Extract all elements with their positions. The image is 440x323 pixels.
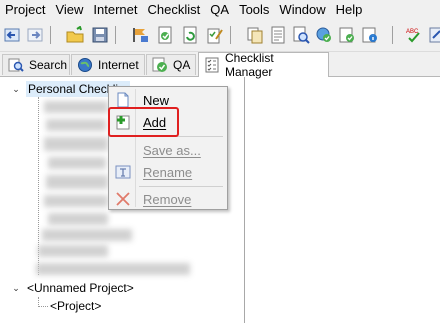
menu-project[interactable]: Project [0, 0, 50, 20]
flag-icon[interactable] [130, 25, 150, 45]
toolbar: ABC [0, 20, 440, 52]
back-icon[interactable] [3, 25, 23, 45]
new-document-icon [111, 92, 135, 108]
menu-item-label: New [143, 92, 170, 108]
obscured-item [44, 137, 108, 151]
tree-connector [38, 306, 48, 307]
tab-internet[interactable]: Internet [71, 54, 145, 75]
spell-check-icon[interactable]: ABC [405, 25, 425, 45]
tab-search-label: Search [29, 58, 68, 72]
obscured-item [46, 119, 106, 131]
chevron-down-icon[interactable]: ⌄ [10, 283, 22, 294]
menu-internet[interactable]: Internet [88, 0, 142, 20]
menu-item-label: Rename [143, 164, 193, 180]
search-icon [8, 57, 24, 73]
remove-icon [111, 191, 135, 207]
copy-icon[interactable] [245, 25, 265, 45]
tree-node-label: <Project> [50, 299, 102, 313]
checklist-pen-icon[interactable] [205, 25, 225, 45]
tab-checklist-manager-label: Checklist Manager [225, 51, 274, 79]
chevron-down-icon[interactable]: ⌄ [10, 84, 22, 95]
menu-view[interactable]: View [50, 0, 88, 20]
checklist-icon [204, 57, 220, 73]
menu-item-save-as[interactable]: Save as... [111, 139, 225, 161]
obscured-item [36, 263, 190, 275]
tree-node-unnamed-project[interactable]: ⌄ <Unnamed Project> [10, 281, 134, 295]
checklist-detail-panel [245, 77, 440, 323]
toolbar-separator [392, 26, 393, 44]
tab-internet-label: Internet [98, 58, 139, 72]
tree-node-label: <Unnamed Project> [27, 281, 134, 295]
menu-item-remove[interactable]: Remove [111, 188, 225, 210]
tab-checklist-manager[interactable]: Checklist Manager [198, 51, 329, 79]
obscured-item [48, 213, 108, 225]
obscured-item [42, 229, 132, 241]
menu-item-rename[interactable]: Rename [111, 161, 225, 183]
menu-help[interactable]: Help [331, 0, 368, 20]
save-icon[interactable] [90, 25, 110, 45]
obscured-item [44, 195, 108, 207]
internet-icon [77, 57, 93, 73]
highlight-box [108, 107, 179, 137]
menu-qa[interactable]: QA [205, 0, 234, 20]
info-icon[interactable] [360, 25, 380, 45]
tab-search[interactable]: Search [2, 54, 70, 75]
obscured-item [46, 175, 108, 189]
menu-bar: Project View Internet Checklist QA Tools… [0, 0, 440, 20]
toolbar-separator [230, 26, 231, 44]
rename-icon [111, 164, 135, 180]
toolbar-separator [50, 26, 51, 44]
refresh-document-icon[interactable] [180, 25, 200, 45]
obscured-item [38, 245, 108, 257]
tab-qa[interactable]: QA [146, 54, 196, 75]
context-menu: New Add Save as... Rename Remove [108, 86, 228, 210]
edit-icon[interactable] [428, 25, 440, 45]
page-icon[interactable] [268, 25, 288, 45]
web-check-icon[interactable] [314, 25, 334, 45]
qa-icon [152, 57, 168, 73]
note-check-icon[interactable] [337, 25, 357, 45]
tab-bar: Search Internet QA Checklist Manager [0, 51, 440, 79]
toolbar-separator [115, 26, 116, 44]
menu-checklist[interactable]: Checklist [143, 0, 206, 20]
obscured-item [48, 157, 106, 169]
open-folder-icon[interactable] [65, 25, 85, 45]
menu-item-label: Save as... [143, 142, 201, 158]
obscured-item [44, 101, 108, 113]
menu-item-label: Remove [143, 191, 192, 207]
tree-node-project[interactable]: <Project> [50, 299, 101, 313]
menu-window[interactable]: Window [274, 0, 330, 20]
find-icon[interactable] [291, 25, 311, 45]
forward-icon[interactable] [25, 25, 45, 45]
tab-qa-label: QA [173, 58, 191, 72]
menu-separator [139, 186, 223, 187]
document-check-icon[interactable] [155, 25, 175, 45]
menu-tools[interactable]: Tools [234, 0, 274, 20]
